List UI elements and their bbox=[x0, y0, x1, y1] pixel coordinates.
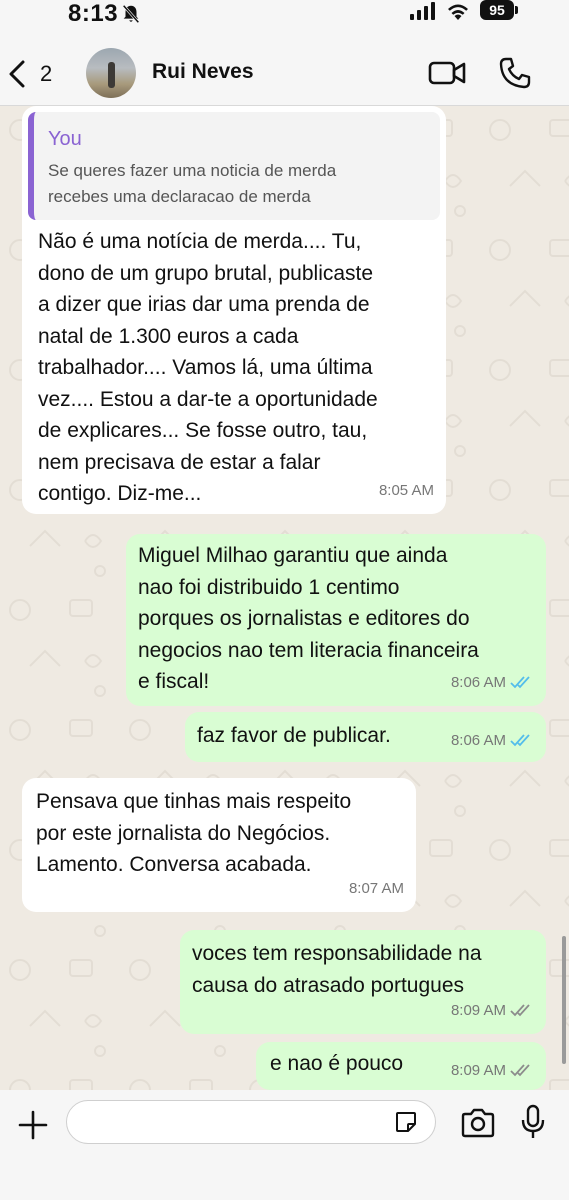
quote-author: You bbox=[48, 128, 82, 150]
message-time: 8:09 AM bbox=[450, 1001, 506, 1019]
back-button[interactable]: 2 bbox=[8, 58, 68, 90]
avatar-photo bbox=[108, 62, 115, 88]
status-time: 8:13 bbox=[68, 0, 119, 27]
plus-icon[interactable] bbox=[18, 1110, 48, 1140]
message-time: 8:06 AM bbox=[450, 673, 506, 691]
message-text: faz favor de publicar. bbox=[197, 724, 391, 747]
message-text: voces tem responsabilidade na causa do a… bbox=[192, 942, 482, 997]
message-text: e nao é pouco bbox=[270, 1052, 404, 1075]
sticker-icon[interactable] bbox=[394, 1110, 418, 1134]
message-time: 8:05 AM bbox=[378, 481, 434, 499]
message-outgoing[interactable]: Miguel Milhao garantiu que ainda nao foi… bbox=[126, 534, 546, 706]
message-time: 8:09 AM bbox=[450, 1061, 506, 1079]
message-meta: 8:07 AM bbox=[349, 873, 404, 905]
message-time: 8:06 AM bbox=[450, 731, 506, 749]
message-text: Não é uma notícia de merda.... Tu, dono … bbox=[38, 230, 378, 505]
signal-icon bbox=[410, 2, 435, 20]
message-meta: 8:06 AM bbox=[451, 725, 534, 757]
contact-name[interactable]: Rui Neves bbox=[152, 60, 254, 84]
battery-icon: 95 bbox=[480, 0, 518, 20]
message-incoming[interactable]: Pensava que tinhas mais respeito por est… bbox=[22, 778, 416, 912]
avatar[interactable] bbox=[86, 48, 136, 98]
read-receipt-icon bbox=[510, 676, 530, 689]
delivered-receipt-icon bbox=[510, 1004, 530, 1017]
message-outgoing[interactable]: e nao é pouco 8:09 AM bbox=[256, 1042, 546, 1090]
read-receipt-icon bbox=[510, 734, 530, 747]
message-meta: 8:09 AM bbox=[451, 995, 534, 1027]
message-meta: 8:05 AM bbox=[379, 475, 434, 507]
message-meta: 8:06 AM bbox=[451, 667, 534, 699]
message-outgoing[interactable]: voces tem responsabilidade na causa do a… bbox=[180, 930, 546, 1034]
chat-header: 2 Rui Neves bbox=[0, 30, 569, 106]
bell-slash-icon bbox=[122, 4, 140, 24]
status-bar: 8:13 95 bbox=[0, 0, 569, 30]
camera-icon[interactable] bbox=[460, 1108, 496, 1138]
phone-icon[interactable] bbox=[498, 56, 532, 90]
chevron-left-icon bbox=[9, 60, 25, 88]
unread-count: 2 bbox=[40, 61, 53, 86]
video-call-icon[interactable] bbox=[428, 60, 466, 86]
message-text: Pensava que tinhas mais respeito por est… bbox=[36, 790, 352, 876]
message-incoming[interactable]: You Se queres fazer uma noticia de merda… bbox=[22, 106, 446, 514]
message-meta: 8:09 AM bbox=[451, 1055, 534, 1087]
message-outgoing[interactable]: faz favor de publicar. 8:06 AM bbox=[185, 712, 546, 762]
wifi-icon bbox=[448, 4, 468, 20]
delivered-receipt-icon bbox=[510, 1064, 530, 1077]
message-text: Miguel Milhao garantiu que ainda nao foi… bbox=[138, 544, 479, 693]
quote-text: Se queres fazer uma noticia de merda rec… bbox=[48, 161, 337, 206]
chat-area[interactable]: You Se queres fazer uma noticia de merda… bbox=[0, 106, 569, 1090]
quoted-message[interactable]: You Se queres fazer uma noticia de merda… bbox=[28, 112, 440, 220]
input-bar bbox=[0, 1090, 569, 1200]
message-time: 8:07 AM bbox=[348, 879, 404, 897]
microphone-icon[interactable] bbox=[520, 1104, 546, 1140]
message-input[interactable] bbox=[66, 1100, 436, 1144]
scrollbar[interactable] bbox=[562, 936, 566, 1064]
